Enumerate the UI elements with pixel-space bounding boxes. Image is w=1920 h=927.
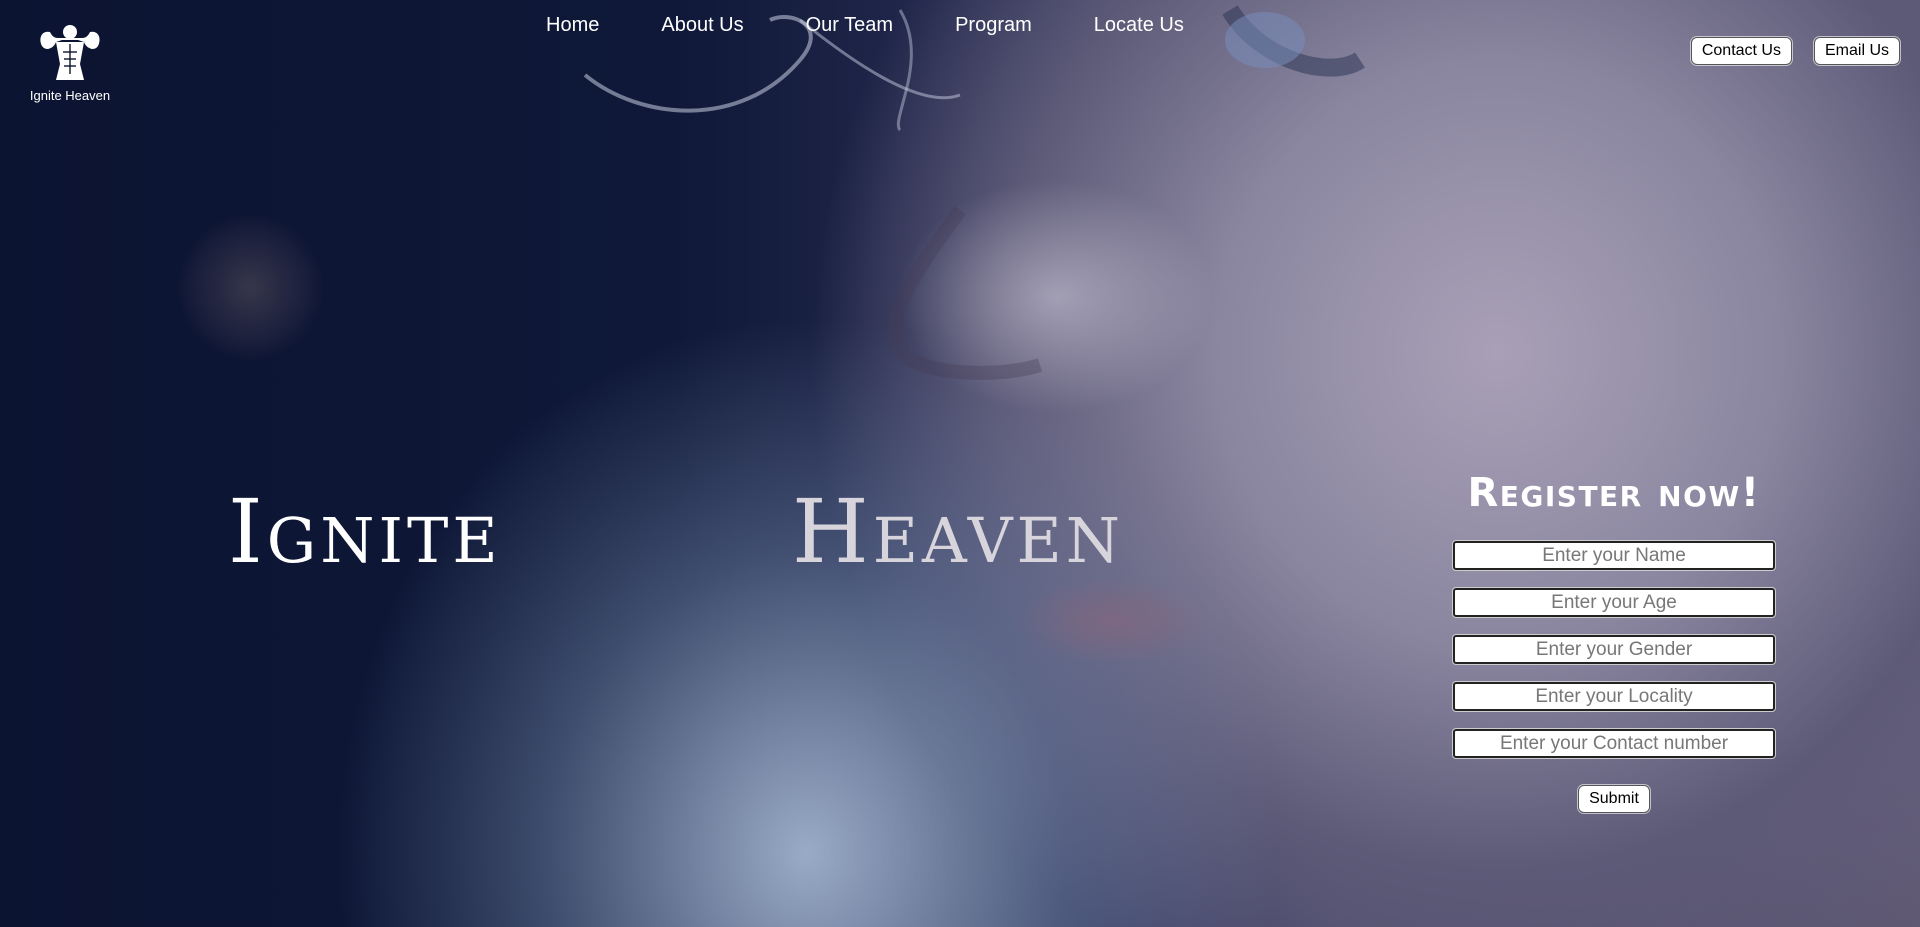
- submit-button[interactable]: Submit: [1578, 785, 1650, 813]
- hero-title-word-ignite: Ignite: [228, 480, 502, 583]
- nav-program[interactable]: Program: [955, 14, 1032, 37]
- nav-home[interactable]: Home: [546, 14, 599, 37]
- contact-number-input[interactable]: [1452, 728, 1776, 759]
- nav-our-team[interactable]: Our Team: [806, 14, 893, 37]
- age-input[interactable]: [1452, 587, 1776, 618]
- register-form: Register now! Submit: [1452, 470, 1776, 813]
- gender-input[interactable]: [1452, 634, 1776, 665]
- contact-us-button[interactable]: Contact Us: [1690, 37, 1792, 65]
- hero-title-word-heaven: Heaven: [792, 480, 1124, 583]
- email-us-button[interactable]: Email Us: [1813, 37, 1900, 65]
- muscleman-icon: [40, 25, 100, 80]
- locality-input[interactable]: [1452, 681, 1776, 712]
- register-title: Register now!: [1467, 470, 1761, 516]
- brand-logo[interactable]: Ignite Heaven: [28, 22, 112, 103]
- brand-name: Ignite Heaven: [29, 88, 111, 103]
- name-input[interactable]: [1452, 540, 1776, 571]
- nav-about-us[interactable]: About Us: [661, 14, 743, 37]
- top-right-actions: Contact Us Email Us: [1690, 37, 1900, 65]
- main-nav: Home About Us Our Team Program Locate Us: [546, 14, 1184, 37]
- nav-locate-us[interactable]: Locate Us: [1094, 14, 1184, 37]
